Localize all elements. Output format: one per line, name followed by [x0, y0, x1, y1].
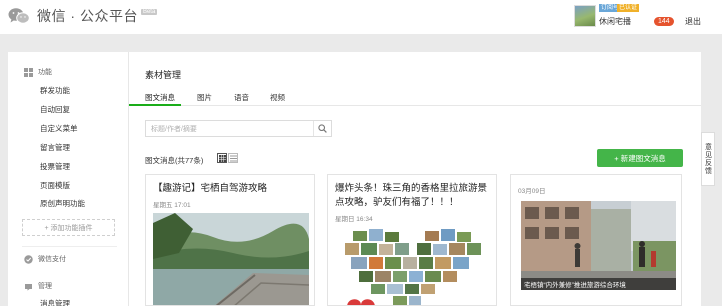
beta-badge: Beta — [140, 9, 158, 15]
sidebar-item-custom-menu[interactable]: 自定义菜单 — [40, 123, 78, 134]
tab-image[interactable]: 图片 — [197, 92, 212, 103]
card-cover-image — [153, 213, 309, 305]
active-tab-indicator — [129, 104, 181, 106]
sidebar-item-votes[interactable]: 投票管理 — [40, 161, 70, 172]
card-title: 爆炸头条！珠三角的香格里拉旅游景点攻略，驴友们有福了！！！ — [335, 183, 488, 208]
sidebar-section-label: 管理 — [38, 283, 52, 290]
card-date: 03月09日 — [518, 188, 546, 195]
sidebar-item-original-declaration[interactable]: 原创声明功能 — [40, 198, 85, 209]
sidebar-divider — [22, 246, 117, 247]
brand-title: 微信 · 公众平台 — [37, 8, 138, 24]
wechat-logo[interactable]: 微信 · 公众平台 Beta — [8, 6, 158, 26]
payment-icon — [24, 254, 33, 264]
top-header: 微信 · 公众平台 Beta 订阅号 已认证 休闲宅播 144 退出 — [0, 0, 722, 34]
avatar[interactable] — [574, 5, 596, 27]
news-count-label: 图文消息(共77条) — [145, 156, 204, 165]
main-panel: 功能 群发功能 自动回复 自定义菜单 留言管理 投票管理 页面模版 原创声明功能… — [8, 52, 701, 306]
sidebar-section-function: 功能 — [24, 67, 52, 77]
material-tabs: 图文消息 图片 语音 视频 — [129, 88, 701, 106]
sidebar-section-label: 微信支付 — [38, 256, 66, 263]
news-card[interactable]: 【趣游记】宅栖自驾游攻略 星期五 17:01 — [145, 174, 315, 306]
tab-video[interactable]: 视频 — [270, 92, 285, 103]
sidebar-item-mass-send[interactable]: 群发功能 — [40, 85, 70, 96]
wechat-icon — [8, 7, 30, 25]
grid-view-icon — [218, 154, 226, 162]
logout-link[interactable]: 退出 — [685, 16, 701, 27]
search-box[interactable]: 标题/作者/摘要 — [145, 120, 332, 137]
card-title: 【趣游记】宅栖自驾游攻略 — [153, 183, 268, 194]
view-toggle — [217, 153, 239, 163]
new-news-button[interactable]: + 新建图文消息 — [597, 149, 683, 167]
verified-badge: 已认证 — [617, 4, 640, 12]
card-date: 星期日 16:34 — [335, 216, 373, 223]
page-title: 素材管理 — [145, 70, 182, 80]
tab-news[interactable]: 图文消息 — [145, 92, 175, 103]
list-view-button[interactable] — [228, 153, 238, 163]
list-view-icon — [229, 155, 237, 161]
message-count-badge[interactable]: 144 — [654, 17, 674, 26]
feedback-label: 意见反馈 — [704, 143, 712, 175]
sidebar-section-manage: 管理 — [24, 281, 52, 291]
grid-icon — [24, 67, 33, 77]
search-icon — [318, 124, 327, 133]
add-plugin-button[interactable]: + 添加功能插件 — [22, 219, 115, 236]
feedback-tab[interactable]: 意见反馈 — [701, 132, 715, 186]
sidebar-section-payment[interactable]: 微信支付 — [24, 254, 66, 264]
card-date: 星期五 17:01 — [153, 202, 191, 209]
search-input[interactable]: 标题/作者/摘要 — [151, 124, 197, 134]
manage-icon — [25, 283, 32, 291]
account-name[interactable]: 休闲宅播 — [599, 16, 631, 27]
sidebar-item-auto-reply[interactable]: 自动回复 — [40, 104, 70, 115]
grid-view-button[interactable] — [217, 153, 227, 163]
sidebar-item-message-manage[interactable]: 消息管理 — [40, 298, 70, 306]
tab-voice[interactable]: 语音 — [234, 92, 249, 103]
card-cover-image — [341, 227, 487, 305]
card-cover-image: 宅梧镇“内外兼修”推进旅游综合环境 — [521, 201, 676, 290]
sidebar: 功能 群发功能 自动回复 自定义菜单 留言管理 投票管理 页面模版 原创声明功能… — [8, 52, 129, 306]
card-caption: 宅梧镇“内外兼修”推进旅游综合环境 — [521, 278, 676, 290]
news-card[interactable]: 爆炸头条！珠三角的香格里拉旅游景点攻略，驴友们有福了！！！ 星期日 16:34 — [327, 174, 497, 306]
account-area: 订阅号 已认证 休闲宅播 144 退出 — [574, 4, 719, 30]
content-area: 素材管理 图文消息 图片 语音 视频 标题/作者/摘要 图文消息(共77条) +… — [129, 52, 701, 306]
sidebar-item-templates[interactable]: 页面模版 — [40, 180, 70, 191]
sidebar-section-label: 功能 — [38, 69, 52, 76]
sidebar-item-comments[interactable]: 留言管理 — [40, 142, 70, 153]
news-card[interactable]: 03月09日 宅梧镇“内外兼修”推进旅游综合环境 — [510, 174, 682, 306]
search-button[interactable] — [313, 121, 331, 136]
